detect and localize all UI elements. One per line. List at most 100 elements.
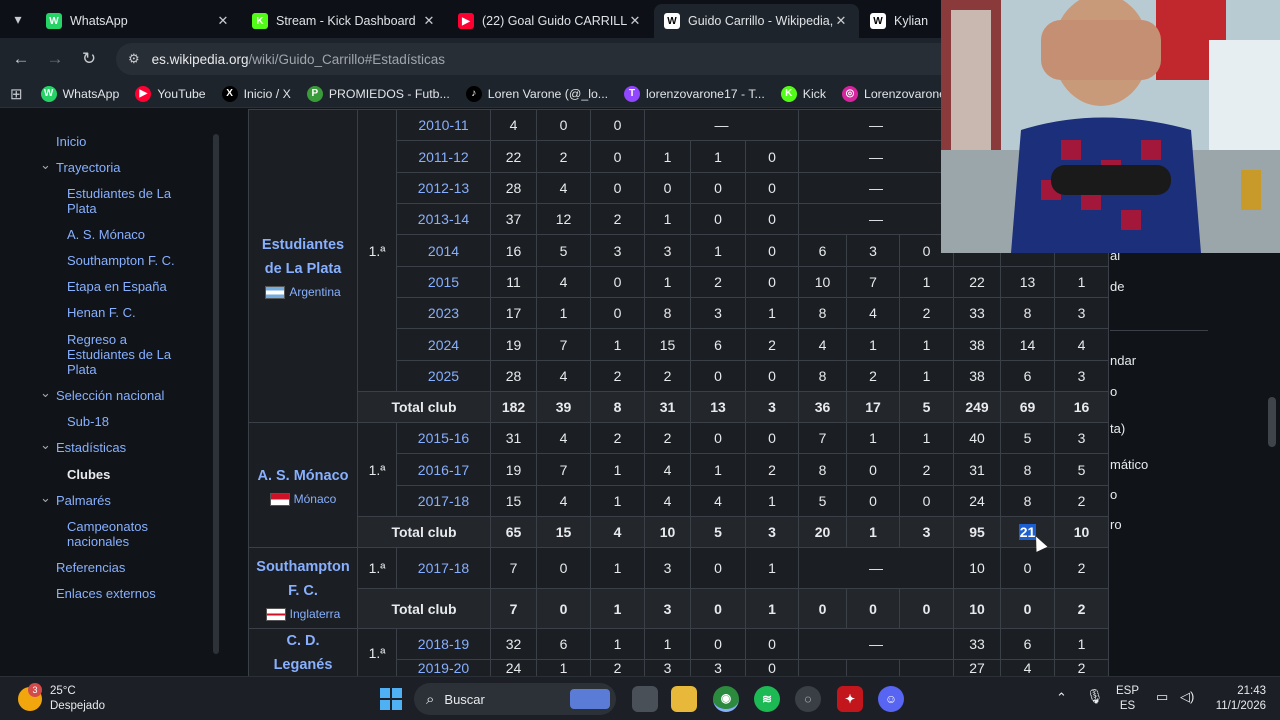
tray-chevron-icon[interactable]: ⌃ [1056, 690, 1067, 705]
bookmark-item[interactable]: ♪ Loren Varone (@_lo... [465, 85, 608, 102]
bookmark-item[interactable]: ▶ YouTube [135, 85, 206, 102]
discord-icon[interactable]: ☺ [878, 686, 904, 712]
forward-icon[interactable]: → [38, 49, 72, 69]
toc-collapse-chevron-icon[interactable]: ⌄ [40, 157, 51, 173]
bookmark-item[interactable]: K Kick [780, 85, 826, 102]
tab-close-icon[interactable]: ✕ [215, 13, 231, 29]
toc-item[interactable]: Plata [67, 362, 97, 377]
toc-item[interactable]: Estudiantes de La [67, 186, 171, 201]
stat-cell: 1 [690, 234, 746, 267]
toc-item[interactable]: nacionales [67, 534, 129, 549]
browser-tab[interactable]: K Stream - Kick Dashboard ✕ [242, 4, 447, 38]
season-link[interactable]: 2015-16 [396, 422, 491, 454]
stat-cell: 6 [798, 234, 847, 267]
toc-item[interactable]: Southampton F. C. [67, 253, 175, 268]
country-link[interactable]: Inglaterra [265, 607, 340, 621]
club-name-link[interactable]: F. C. [288, 579, 318, 603]
season-link[interactable]: 2025 [396, 360, 491, 392]
season-link[interactable]: 2013-14 [396, 203, 491, 235]
tab-search-button[interactable]: ▾ [0, 0, 36, 38]
spotify-icon[interactable]: ≋ [754, 686, 780, 712]
toc-item[interactable]: Etapa en España [67, 279, 167, 294]
apps-grid-icon[interactable]: ⊞ [10, 85, 23, 103]
toc-item[interactable]: Plata [67, 201, 97, 216]
file-explorer-icon[interactable] [671, 686, 697, 712]
season-link[interactable]: 2023 [396, 297, 491, 329]
toc-collapse-chevron-icon[interactable]: ⌄ [40, 490, 51, 506]
season-link[interactable]: 2015 [396, 266, 491, 298]
back-icon[interactable]: ← [4, 49, 38, 69]
season-link[interactable]: 2016-17 [396, 453, 491, 486]
browser-tab[interactable]: ▶ (22) Goal Guido CARRILLO (✕ [448, 4, 653, 38]
stat-cell: 1 [590, 547, 645, 589]
microphone-icon[interactable]: 🎙 [1086, 689, 1104, 704]
obs-icon[interactable]: ◌ [795, 686, 821, 712]
bookmark-item[interactable]: P PROMIEDOS - Futb... [306, 85, 450, 102]
page-scrollbar[interactable] [1268, 397, 1276, 447]
browser-tab[interactable]: W Guido Carrillo - Wikipedia, l ✕ [654, 4, 859, 38]
browser-tab[interactable]: W WhatsApp ✕ [36, 4, 241, 38]
toc-item[interactable]: Trayectoria [56, 160, 121, 175]
bookmark-item[interactable]: Tlorenzovarone17 - T... [624, 85, 765, 102]
app-red-icon[interactable]: ✦ [837, 686, 863, 712]
country-link[interactable]: Argentina [265, 285, 341, 299]
bookmark-item[interactable]: X Inicio / X [221, 85, 291, 102]
tab-close-icon[interactable]: ✕ [833, 13, 849, 29]
toc-item[interactable]: Estudiantes de La [67, 347, 171, 362]
season-link[interactable]: 2024 [396, 328, 491, 361]
stat-cell: 7 [490, 547, 537, 589]
toc-item[interactable]: Henan F. C. [67, 305, 136, 320]
toc-collapse-chevron-icon[interactable]: ⌄ [40, 437, 51, 453]
toc-item[interactable]: A. S. Mónaco [67, 227, 145, 242]
toc-item[interactable]: Enlaces externos [56, 586, 156, 601]
toc-item[interactable]: Sub-18 [67, 414, 109, 429]
tab-close-icon[interactable]: ✕ [627, 13, 643, 29]
club-name-link[interactable]: Leganés [274, 653, 333, 677]
country-link[interactable]: Mónaco [269, 492, 336, 506]
season-link[interactable]: 2018-19 [396, 628, 491, 660]
browser-tab[interactable]: W Kylian M [860, 4, 940, 38]
club-name-link[interactable]: de La Plata [265, 257, 342, 281]
season-link[interactable]: 2017-18 [396, 485, 491, 517]
toc-item[interactable]: Clubes [67, 467, 110, 482]
stat-cell: 4 [644, 453, 691, 486]
season-link[interactable]: 2014 [396, 234, 491, 267]
volume-icon[interactable]: ◁) [1180, 689, 1194, 704]
toc-item[interactable]: Regreso a [67, 332, 127, 347]
total-cell: 20 [798, 516, 847, 548]
start-menu-icon[interactable] [380, 688, 402, 710]
club-name-link[interactable]: C. D. [286, 629, 319, 653]
stat-cell: 4 [846, 297, 900, 329]
toc-item[interactable]: Referencias [56, 560, 125, 575]
season-link[interactable]: 2012-13 [396, 172, 491, 204]
season-link[interactable]: 2010-11 [396, 109, 491, 141]
toc-item[interactable]: Estadísticas [56, 440, 126, 455]
task-view-icon[interactable] [632, 686, 658, 712]
address-bar[interactable]: ⚙ es.wikipedia.org/wiki/Guido_Carrillo#E… [116, 43, 996, 75]
toc-collapse-chevron-icon[interactable]: ⌄ [40, 385, 51, 401]
clock[interactable]: 21:43 11/1/2026 [1206, 684, 1266, 714]
toc-item[interactable]: Selección nacional [56, 388, 164, 403]
stat-cell: 5 [1000, 422, 1055, 454]
toc-item[interactable]: Inicio [56, 134, 86, 149]
tab-close-icon[interactable]: ✕ [421, 13, 437, 29]
toc-item[interactable]: Palmarés [56, 493, 111, 508]
stat-cell: 8 [1000, 297, 1055, 329]
chrome-icon[interactable]: ◉ [713, 686, 739, 712]
club-name-link[interactable]: Southampton [256, 555, 349, 579]
toc-scrollbar[interactable] [213, 134, 219, 654]
bookmark-item[interactable]: W WhatsApp [40, 85, 119, 102]
season-link[interactable]: 2017-18 [396, 547, 491, 589]
club-name-link[interactable]: Estudiantes [262, 233, 344, 257]
language-indicator[interactable]: ESP ES [1116, 684, 1139, 714]
stat-cell: 5 [798, 485, 847, 517]
reload-icon[interactable]: ↻ [72, 49, 106, 69]
weather-widget[interactable]: 3 25°C Despejado [18, 683, 105, 714]
season-link[interactable]: 2019-20 [396, 659, 491, 676]
taskbar-search[interactable]: ⌕ Buscar [414, 683, 616, 715]
club-name-link[interactable]: A. S. Mónaco [257, 464, 348, 488]
network-icon[interactable]: ▭ [1156, 689, 1168, 704]
site-info-icon[interactable]: ⚙ [128, 51, 140, 67]
toc-item[interactable]: Campeonatos [67, 519, 148, 534]
season-link[interactable]: 2011-12 [396, 140, 491, 173]
